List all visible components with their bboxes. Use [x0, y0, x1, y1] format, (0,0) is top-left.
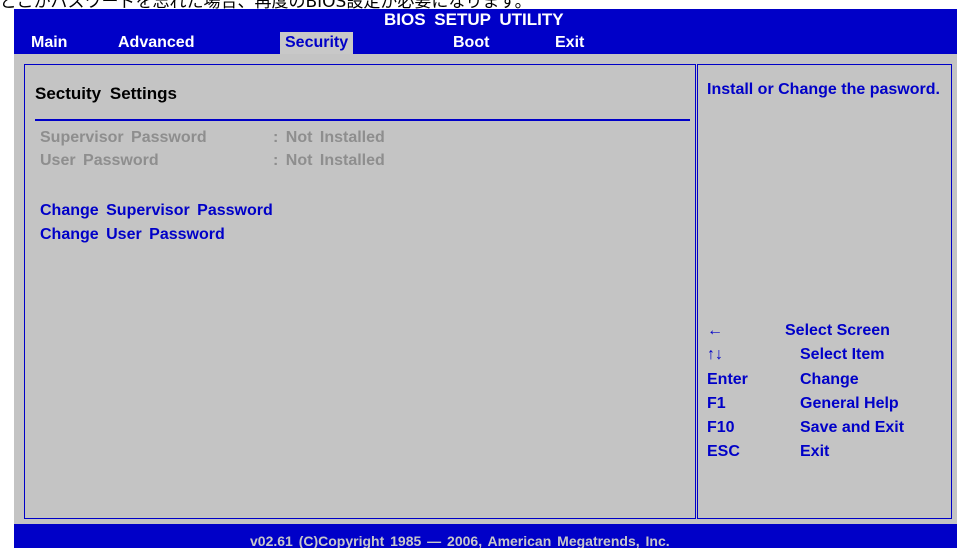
key-hint-key: F1	[707, 395, 726, 412]
key-hint-desc: Change	[800, 371, 859, 388]
change-user-password-item[interactable]: Change User Password	[40, 226, 225, 244]
copyright-text: v02.61 (C)Copyright 1985 — 2006, America…	[250, 533, 670, 548]
settings-panel: Sectuity Settings Supervisor Password : …	[24, 64, 696, 519]
left-arrow-icon: ←	[707, 322, 723, 339]
up-down-arrows-icon: ↑↓	[707, 346, 723, 363]
help-panel: Install or Change the pasword. ← Select …	[697, 64, 952, 519]
tab-security[interactable]: Security	[280, 32, 354, 54]
tab-advanced[interactable]: Advanced	[113, 32, 199, 54]
key-hint-desc: Select Item	[800, 346, 885, 363]
section-title: Sectuity Settings	[35, 84, 177, 103]
title-bar: BIOS SETUP UTILITY	[14, 9, 957, 30]
tab-boot[interactable]: Boot	[448, 32, 494, 54]
key-hint-key: ESC	[707, 443, 740, 460]
status-label: Supervisor Password	[40, 129, 207, 146]
key-hint-key: F10	[707, 419, 735, 436]
menu-bar: Main Advanced Security Boot Exit	[14, 30, 957, 54]
key-hint-desc: Select Screen	[785, 322, 890, 339]
status-value: : Not Installed	[273, 129, 385, 146]
footer-bar: v02.61 (C)Copyright 1985 — 2006, America…	[14, 524, 957, 548]
key-hint-desc: General Help	[800, 395, 899, 412]
tab-exit[interactable]: Exit	[550, 32, 589, 54]
main-frame: Sectuity Settings Supervisor Password : …	[14, 54, 957, 524]
change-supervisor-password-item[interactable]: Change Supervisor Password	[40, 202, 273, 220]
section-divider	[35, 119, 690, 121]
help-text: Install or Change the pasword.	[707, 81, 940, 98]
status-label: User Password	[40, 152, 159, 169]
status-value: : Not Installed	[273, 152, 385, 169]
key-hint-desc: Save and Exit	[800, 419, 905, 436]
app-title: BIOS SETUP UTILITY	[384, 10, 564, 29]
key-hint-desc: Exit	[800, 443, 830, 460]
tab-main[interactable]: Main	[26, 32, 72, 54]
page-caption: どこかパスワードを忘れた場合、再度のBIOS設定が必要になります。	[0, 0, 957, 9]
key-hint-key: Enter	[707, 371, 748, 388]
